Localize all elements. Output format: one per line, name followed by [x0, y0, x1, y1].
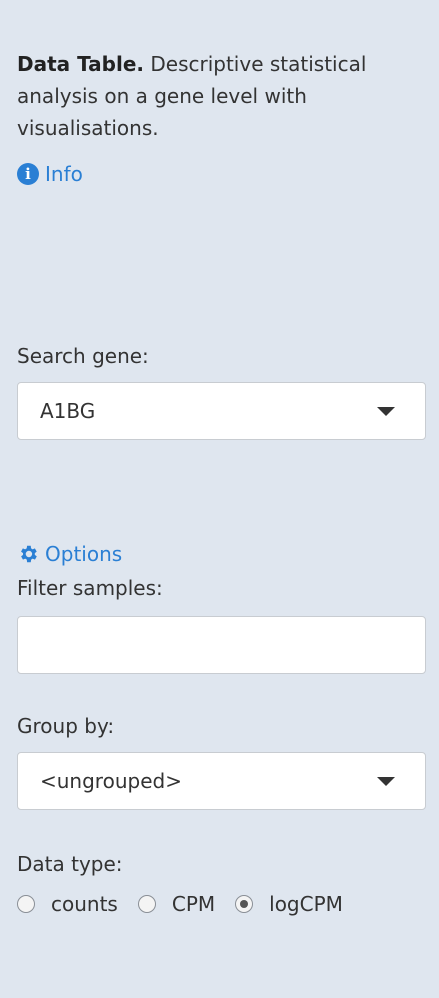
radio-button-selected[interactable]	[235, 895, 254, 913]
radio-label: CPM	[171, 892, 216, 916]
chevron-down-icon	[377, 777, 395, 786]
filter-samples-input[interactable]	[17, 616, 426, 674]
options-link-label: Options	[45, 542, 123, 566]
sidebar-panel: Data Table. Descriptive statistical anal…	[0, 0, 439, 998]
radio-option-counts[interactable]: counts	[17, 892, 118, 916]
radio-button[interactable]	[17, 895, 35, 913]
radio-button[interactable]	[137, 895, 156, 913]
data-type-radio-group: counts CPM logCPM	[17, 892, 363, 916]
options-link[interactable]: Options	[17, 542, 122, 566]
info-link[interactable]: i Info	[17, 162, 83, 186]
data-type-label: Data type:	[17, 852, 123, 876]
info-link-label: Info	[45, 162, 83, 186]
group-by-label: Group by:	[17, 714, 115, 738]
search-gene-select[interactable]: A1BG	[17, 382, 426, 440]
radio-option-logcpm[interactable]: logCPM	[235, 892, 343, 916]
info-icon: i	[17, 163, 39, 185]
search-gene-value: A1BG	[40, 399, 96, 423]
radio-label: counts	[51, 892, 118, 916]
gear-icon	[17, 543, 39, 565]
group-by-select[interactable]: <ungrouped>	[17, 752, 426, 810]
search-gene-label: Search gene:	[17, 344, 149, 368]
intro-title: Data Table.	[17, 52, 145, 76]
intro-text: Data Table. Descriptive statistical anal…	[17, 48, 397, 144]
filter-samples-label: Filter samples:	[17, 576, 163, 600]
group-by-value: <ungrouped>	[40, 769, 182, 793]
chevron-down-icon	[377, 407, 395, 416]
radio-label: logCPM	[269, 892, 343, 916]
radio-option-cpm[interactable]: CPM	[137, 892, 216, 916]
